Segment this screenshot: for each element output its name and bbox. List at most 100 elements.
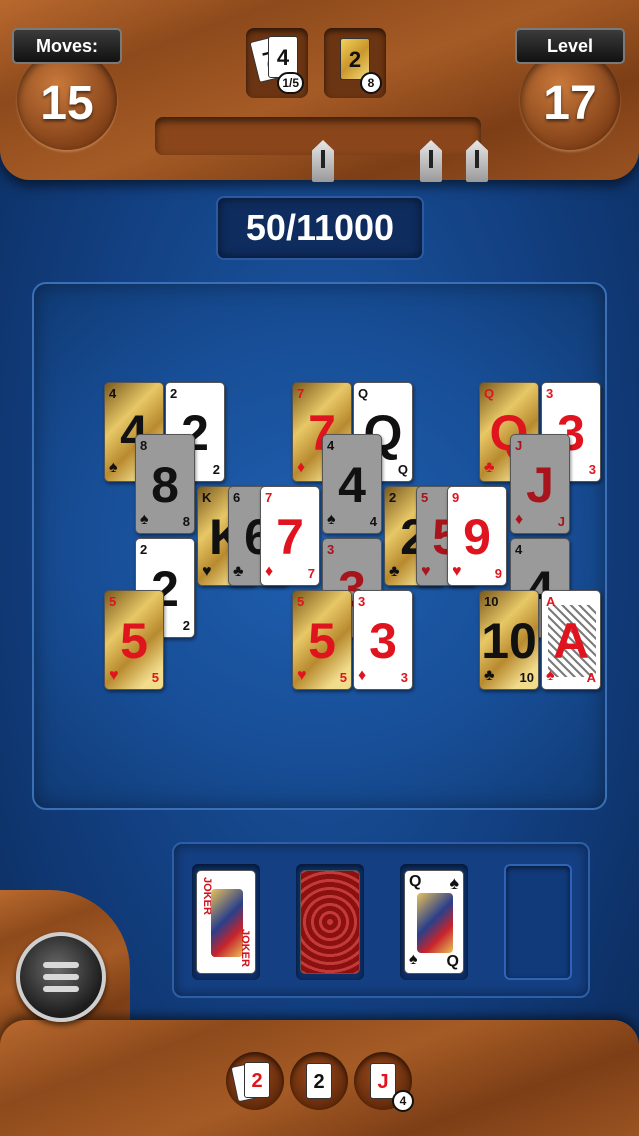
- card-rank: 4: [338, 457, 366, 513]
- board-card[interactable]: 10 10 ♣ 10: [479, 590, 539, 690]
- queen-figure-icon: [417, 893, 453, 953]
- level-counter: Level 17: [515, 28, 625, 150]
- card-rank-corner-bottom: A: [586, 670, 596, 685]
- card-rank-corner: 4: [109, 386, 117, 401]
- card-suit: ♥: [421, 563, 431, 580]
- card-rank-corner: K: [202, 490, 212, 505]
- card-rank-corner: 3: [358, 594, 366, 609]
- board-card[interactable]: 9 9 ♥ 9: [447, 486, 507, 586]
- moves-label: Moves:: [12, 28, 122, 64]
- moves-counter: Moves: 15: [12, 28, 122, 150]
- card-rank-corner-bottom: Q: [397, 462, 408, 477]
- card-rank-corner: 9: [452, 490, 460, 505]
- moves-value: 15: [40, 77, 94, 130]
- card-suit: ♥: [297, 667, 307, 684]
- board-card[interactable]: 33♦3: [353, 590, 413, 690]
- board-card[interactable]: 8 8 ♠ 8: [135, 434, 195, 534]
- waste-card-suit-bottom: ♠: [409, 951, 418, 968]
- jack-card: J: [370, 1063, 396, 1099]
- level-label: Level: [515, 28, 625, 64]
- card-suit: ♦: [515, 511, 524, 528]
- wild-card: 2: [306, 1063, 332, 1099]
- combo-indicator[interactable]: 7 4 1/5: [246, 28, 308, 98]
- card-suit: ♣: [233, 563, 244, 580]
- undo-powerup-button[interactable]: 2: [226, 1052, 284, 1110]
- card-suit: ♠: [546, 667, 555, 684]
- card-rank-corner: 5: [109, 594, 117, 609]
- card-rank-corner-bottom: 2: [212, 462, 220, 477]
- card-suit: ♦: [358, 667, 367, 684]
- card-rank-corner-bottom: 9: [494, 566, 502, 581]
- card-suit: ♦: [297, 459, 306, 476]
- waste-slot[interactable]: Q ♠ ♠ Q: [400, 864, 468, 980]
- waste-card-suit: ♠: [449, 873, 459, 893]
- card-rank-corner: Q: [358, 386, 369, 401]
- board-card[interactable]: 55♥5: [292, 590, 352, 690]
- score-display: 50/11000: [216, 196, 424, 260]
- card-back-deck[interactable]: [300, 870, 360, 974]
- card-suit: ♥: [202, 563, 212, 580]
- card-rank-corner: 6: [233, 490, 241, 505]
- menu-button[interactable]: [16, 932, 106, 1022]
- board-card[interactable]: 55♥5: [104, 590, 164, 690]
- menu-icon-line: [43, 986, 79, 992]
- joker-card[interactable]: JOKER JOKER: [196, 870, 256, 974]
- card-suit: ♠: [327, 511, 336, 528]
- card-rank-corner-bottom: 3: [588, 462, 596, 477]
- card-rank-corner: 3: [327, 542, 335, 557]
- card-rank-corner: 7: [265, 490, 273, 505]
- card-rank: 10: [481, 613, 537, 669]
- card-rank-corner: 2: [389, 490, 397, 505]
- card-suit: ♥: [452, 563, 462, 580]
- level-value: 17: [543, 77, 597, 130]
- jack-powerup-button[interactable]: J 4: [354, 1052, 414, 1112]
- card-rank-corner: 8: [140, 438, 148, 453]
- card-suit: ♣: [484, 667, 495, 684]
- board-card[interactable]: J J ♦ J: [510, 434, 570, 534]
- card-rank: 5: [308, 613, 336, 669]
- jack-count: 4: [392, 1090, 414, 1112]
- card-rank: 7: [276, 509, 304, 565]
- empty-slot[interactable]: [504, 864, 572, 980]
- card-rank-corner-bottom: 7: [307, 566, 315, 581]
- waste-top-card[interactable]: Q ♠ ♠ Q: [404, 870, 464, 974]
- waste-card-rank: Q: [409, 873, 422, 890]
- card-rank-corner: 4: [515, 542, 523, 557]
- board-card[interactable]: A A ♠ A: [541, 590, 601, 690]
- deck-slot[interactable]: [296, 864, 364, 980]
- card-rank-corner: A: [546, 594, 556, 609]
- card-rank: 5: [120, 613, 148, 669]
- card-rank-corner: J: [515, 438, 523, 453]
- card-rank-corner-bottom: 5: [151, 670, 159, 685]
- card-suit: ♠: [140, 511, 149, 528]
- card-rank: 3: [369, 613, 397, 669]
- card-rank-corner: 7: [297, 386, 305, 401]
- wild-powerup-button[interactable]: 2: [290, 1052, 348, 1110]
- card-rank-corner-bottom: 8: [182, 514, 190, 529]
- card-rank-corner: 2: [140, 542, 148, 557]
- card-rank-corner-bottom: 10: [519, 670, 534, 685]
- joker-slot[interactable]: JOKER JOKER: [192, 864, 260, 980]
- card-rank-corner-bottom: J: [557, 514, 565, 529]
- card-rank-corner: 5: [297, 594, 305, 609]
- board-card[interactable]: 77♦7: [260, 486, 320, 586]
- card-rank: 9: [463, 509, 491, 565]
- card-rank-corner: 3: [546, 386, 554, 401]
- board-card[interactable]: 44♠4: [322, 434, 382, 534]
- card-rank-corner: 4: [327, 438, 335, 453]
- joker-count: 8: [360, 72, 382, 94]
- stock-tray: JOKER JOKER Q ♠ ♠ Q: [172, 842, 590, 998]
- menu-icon-line: [43, 974, 79, 980]
- card-rank: J: [526, 457, 554, 513]
- card-rank: 8: [151, 457, 179, 513]
- card-rank-corner-bottom: 2: [182, 618, 190, 633]
- undo-card: 2: [244, 1062, 270, 1098]
- menu-icon-line: [43, 962, 79, 968]
- card-suit: ♣: [484, 459, 495, 476]
- card-rank-corner: 5: [421, 490, 429, 505]
- card-suit: ♥: [109, 667, 119, 684]
- card-rank-corner-bottom: 5: [339, 670, 347, 685]
- joker-indicator[interactable]: 2 8: [324, 28, 386, 98]
- top-bar: Moves: 15 7 4 1/5 2 8 Level 17: [0, 0, 639, 182]
- card-suit: ♦: [265, 563, 274, 580]
